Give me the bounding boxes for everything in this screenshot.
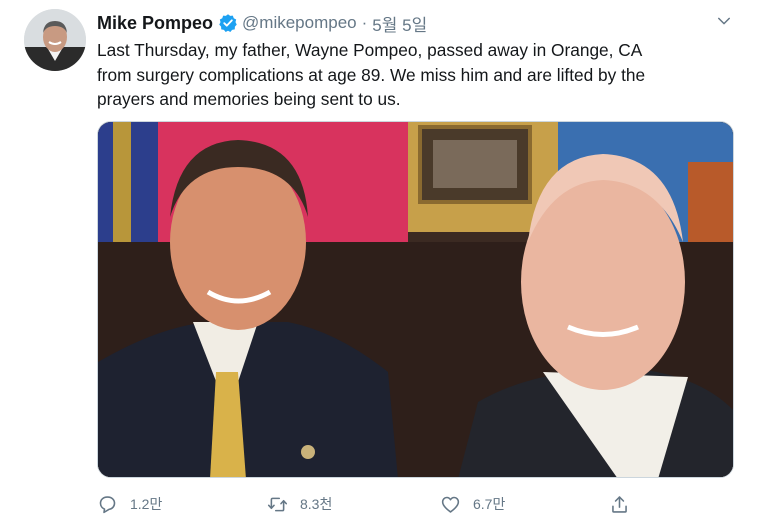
tweet-text-line: from surgery complications at age 89. We…	[97, 64, 646, 85]
share-button[interactable]	[609, 490, 630, 518]
like-button[interactable]: 6.7만	[440, 490, 505, 518]
avatar-image	[24, 9, 86, 71]
heart-icon	[441, 496, 460, 513]
tweet-text: Last Thursday, my father, Wayne Pompeo, …	[97, 38, 737, 112]
tweet-card: Mike Pompeo @mikepompeo · 5월 5일 Last Thu…	[0, 0, 758, 525]
tweet-header: Mike Pompeo @mikepompeo · 5월 5일	[97, 11, 427, 35]
author-handle[interactable]: @mikepompeo	[242, 13, 357, 33]
retweet-count: 8.3천	[300, 496, 333, 512]
retweet-icon	[267, 497, 288, 511]
like-count: 6.7만	[473, 496, 506, 512]
reply-icon	[99, 495, 116, 513]
tweet-actions: 1.2만 8.3천 6.7만	[97, 490, 737, 518]
tweet-text-line: prayers and memories being sent to us.	[97, 89, 401, 109]
retweet-button[interactable]: 8.3천	[267, 490, 332, 518]
photo-image	[98, 122, 733, 477]
separator-dot: ·	[361, 13, 368, 32]
reply-button[interactable]: 1.2만	[97, 490, 162, 518]
author-name[interactable]: Mike Pompeo	[97, 13, 213, 34]
tweet-text-line: Last Thursday, my father, Wayne Pompeo, …	[97, 40, 643, 60]
tweet-photo[interactable]	[97, 121, 734, 478]
avatar[interactable]	[24, 9, 86, 71]
share-icon	[612, 495, 627, 513]
reply-count: 1.2만	[130, 496, 163, 512]
verified-badge-icon	[219, 14, 237, 32]
chevron-down-icon[interactable]	[715, 12, 733, 30]
tweet-date[interactable]: 5월 5일	[372, 11, 427, 36]
